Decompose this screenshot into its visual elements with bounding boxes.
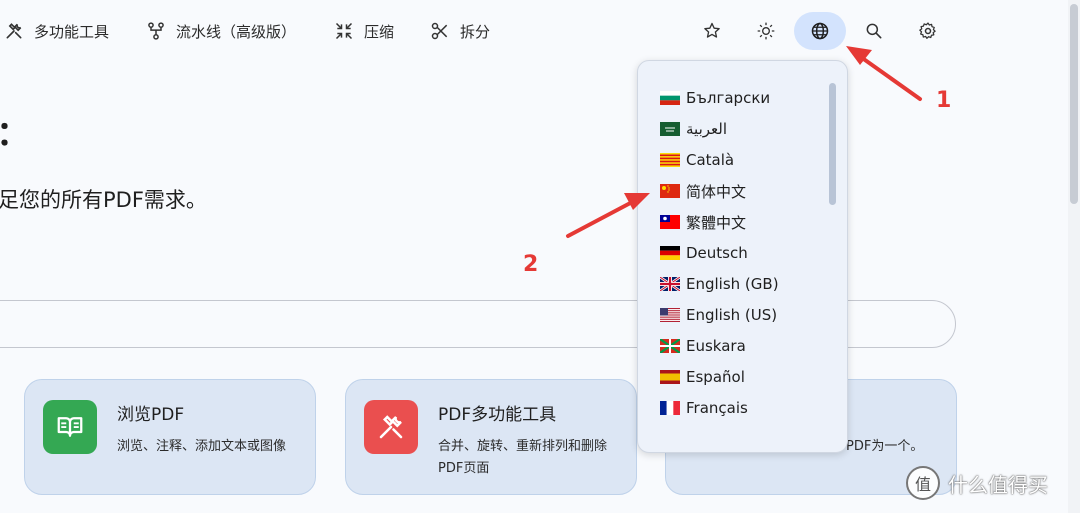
card-icon-bg [364, 400, 418, 454]
language-dropdown-scrollbar[interactable] [829, 83, 836, 205]
scissors-icon [431, 22, 448, 40]
usa-flag-icon [660, 308, 680, 322]
nav-pipeline[interactable]: 流水线（高级版） [146, 18, 296, 44]
tools-icon [6, 23, 22, 39]
annotation-number-2: 2 [523, 252, 539, 277]
lang-option-bg[interactable]: Български [660, 84, 770, 112]
uk-flag-icon [660, 277, 680, 291]
lang-option-en-us[interactable]: English (US) [660, 301, 777, 329]
favorite-button[interactable] [692, 12, 732, 50]
lang-option-label: العربية [686, 120, 727, 138]
taiwan-flag-icon [660, 215, 680, 229]
lang-option-zh-cn[interactable]: 简体中文 [660, 177, 746, 205]
page-heading: ： [0, 106, 30, 155]
page-subtitle: 足您的所有PDF需求。 [0, 188, 207, 212]
nav-split[interactable]: 拆分 [430, 18, 490, 44]
nav-compress-label: 压缩 [364, 22, 395, 41]
lang-option-zh-tw[interactable]: 繁體中文 [660, 208, 746, 236]
language-dropdown: Български العربية Català 简体中文 繁體中文 Deuts… [637, 60, 848, 453]
top-nav: 多功能工具 流水线（高级版） 压缩 拆分 [0, 0, 1068, 62]
lang-option-ca[interactable]: Català [660, 146, 734, 174]
nav-multitool[interactable]: 多功能工具 [4, 18, 109, 44]
nav-multitool-label: 多功能工具 [34, 22, 110, 41]
catalonia-flag-icon [660, 153, 680, 167]
star-icon [704, 22, 720, 38]
lang-option-label: 繁體中文 [686, 213, 747, 232]
nav-split-label: 拆分 [460, 22, 491, 41]
lang-option-en-gb[interactable]: English (GB) [660, 270, 779, 298]
lang-option-label: Català [686, 151, 735, 169]
tools-icon [379, 415, 403, 439]
card-title: 浏览PDF [117, 405, 185, 425]
card-title: PDF多功能工具 [438, 405, 557, 425]
sun-icon [757, 22, 775, 40]
watermark-text: 什么值得买 [948, 472, 1048, 497]
language-button[interactable] [794, 12, 846, 50]
watermark-badge-text: 值 [914, 475, 931, 494]
lang-option-de[interactable]: Deutsch [660, 239, 748, 267]
basque-flag-icon [660, 339, 680, 353]
lang-option-label: Español [686, 368, 745, 386]
page-scrollbar[interactable] [1068, 0, 1080, 513]
gear-icon [919, 22, 936, 39]
nav-compress[interactable]: 压缩 [334, 18, 394, 44]
search-icon [866, 23, 882, 39]
france-flag-icon [660, 401, 680, 415]
lang-option-label: Български [686, 89, 771, 107]
card-description: PDF为一个。 [846, 439, 924, 454]
lang-option-eu[interactable]: Euskara [660, 332, 746, 360]
lang-option-label: English (US) [686, 306, 778, 324]
china-flag-icon [660, 184, 680, 198]
compress-icon [335, 22, 353, 40]
theme-toggle-button[interactable] [746, 12, 786, 50]
watermark: 值 什么值得买 [906, 466, 1048, 500]
annotation-number-1: 1 [936, 88, 952, 113]
page-scrollbar-thumb[interactable] [1070, 4, 1078, 204]
bulgaria-flag-icon [660, 91, 680, 105]
card-icon-bg [43, 400, 97, 454]
spain-flag-icon [660, 370, 680, 384]
settings-button[interactable] [908, 12, 948, 50]
lang-option-ar[interactable]: العربية [660, 115, 727, 143]
lang-option-fr[interactable]: Français [660, 394, 748, 422]
lang-option-label: Français [686, 399, 748, 417]
pipeline-icon [148, 22, 164, 40]
search-button[interactable] [854, 12, 894, 50]
saudi-flag-icon [660, 122, 680, 136]
card-view-pdf[interactable]: 浏览PDF 浏览、注释、添加文本或图像 [24, 379, 316, 495]
germany-flag-icon [660, 246, 680, 260]
lang-option-label: English (GB) [686, 275, 779, 293]
lang-option-es[interactable]: Español [660, 363, 745, 391]
nav-pipeline-label: 流水线（高级版） [176, 22, 297, 41]
watermark-logo: 值 [906, 466, 940, 500]
card-description: 浏览、注释、添加文本或图像 [117, 439, 287, 454]
card-description: 合并、旋转、重新排列和删除PDF页面 [438, 439, 608, 476]
lang-option-label: Euskara [686, 337, 746, 355]
globe-icon [811, 22, 829, 40]
book-icon [57, 417, 83, 437]
card-multitool[interactable]: PDF多功能工具 合并、旋转、重新排列和删除PDF页面 [345, 379, 637, 495]
lang-option-label: 简体中文 [686, 182, 747, 201]
lang-option-label: Deutsch [686, 244, 748, 262]
